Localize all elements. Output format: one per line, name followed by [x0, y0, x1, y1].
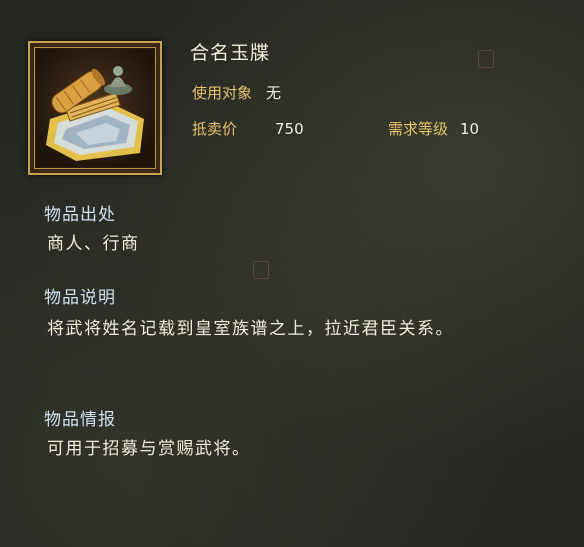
price-row: 抵卖价 750 — [192, 118, 304, 139]
map-marker-icon — [478, 50, 494, 68]
price-value: 750 — [275, 119, 304, 138]
info-text: 可用于招募与赏赐武将。 — [47, 439, 251, 459]
source-text: 商人、行商 — [47, 234, 140, 254]
target-row: 使用对象 无 — [192, 82, 281, 103]
target-value: 无 — [266, 84, 282, 102]
description-text: 将武将姓名记载到皇室族谱之上，拉近君臣关系。 — [47, 319, 454, 339]
description-heading: 物品说明 — [44, 288, 116, 308]
item-icon-frame — [28, 41, 162, 175]
level-row: 需求等级 10 — [388, 118, 479, 139]
level-label: 需求等级 — [388, 120, 449, 138]
map-marker-icon — [253, 261, 269, 279]
level-value: 10 — [460, 119, 480, 138]
item-name: 合名玉牒 — [190, 42, 271, 64]
info-heading: 物品情报 — [44, 410, 116, 430]
target-label: 使用对象 — [192, 84, 253, 102]
price-label: 抵卖价 — [192, 120, 238, 138]
jade-register-scroll-icon — [36, 49, 154, 167]
source-heading: 物品出处 — [44, 205, 116, 225]
